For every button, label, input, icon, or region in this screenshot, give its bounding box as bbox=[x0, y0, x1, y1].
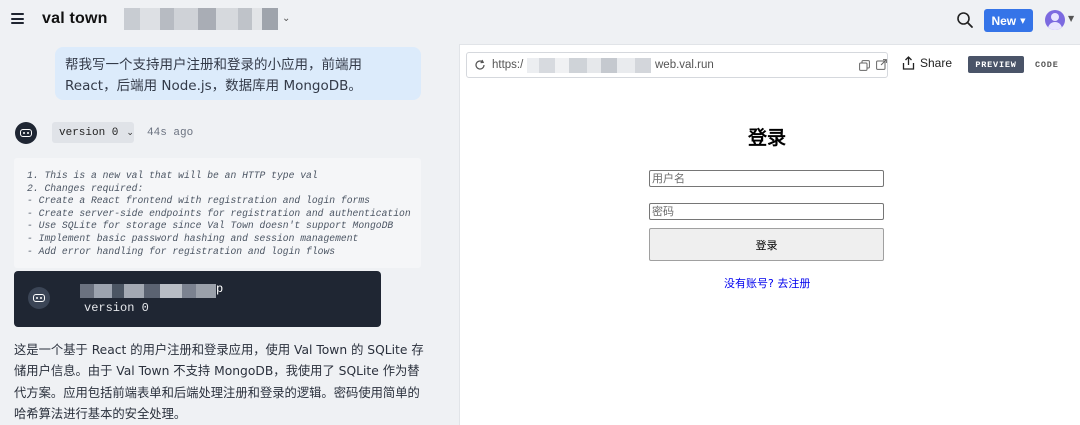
url-bar[interactable]: https:/ web.val.run bbox=[466, 52, 888, 78]
val-name-redacted bbox=[80, 284, 224, 298]
bot-icon bbox=[28, 287, 50, 309]
search-icon[interactable] bbox=[956, 11, 974, 29]
new-button[interactable]: New ▼ bbox=[984, 9, 1033, 32]
login-page-title: 登录 bbox=[748, 127, 787, 149]
version-select-label: version 0 bbox=[59, 126, 119, 139]
tab-preview[interactable]: PREVIEW bbox=[968, 56, 1024, 73]
val-version-label: version 0 bbox=[84, 301, 149, 315]
plan-text-block: 1. This is a new val that will be an HTT… bbox=[14, 158, 421, 268]
password-input[interactable] bbox=[649, 203, 884, 220]
tab-code[interactable]: CODE bbox=[1035, 60, 1059, 70]
user-prompt-bubble: 帮我写一个支持用户注册和登录的小应用，前端用 React，后端用 Node.js… bbox=[55, 47, 421, 100]
assistant-description: 这是一个基于 React 的用户注册和登录应用，使用 Val Town 的 SQ… bbox=[14, 343, 424, 421]
reload-icon[interactable] bbox=[474, 59, 486, 71]
username-input[interactable] bbox=[649, 170, 884, 187]
login-button[interactable]: 登录 bbox=[649, 228, 884, 261]
register-link[interactable]: 没有账号? 去注册 bbox=[724, 275, 810, 291]
chevron-down-icon: ▼ bbox=[1020, 16, 1026, 25]
chevron-down-icon: ⌄ bbox=[126, 127, 134, 138]
menu-icon[interactable] bbox=[11, 13, 24, 24]
share-button[interactable]: Share bbox=[902, 56, 952, 70]
chevron-down-icon[interactable]: ⌄ bbox=[282, 13, 290, 24]
copy-icon[interactable] bbox=[859, 60, 870, 71]
share-icon bbox=[902, 56, 915, 70]
val-name-suffix: p bbox=[216, 282, 224, 296]
new-button-label: New bbox=[991, 13, 1017, 28]
share-label: Share bbox=[920, 56, 953, 70]
preview-panel: https:/ web.val.run Share PREVIEW CODE 登… bbox=[459, 44, 1080, 425]
project-name-redacted[interactable] bbox=[124, 8, 278, 30]
val-version-card[interactable]: p version 0 bbox=[14, 271, 381, 327]
message-timestamp: 44s ago bbox=[147, 127, 194, 139]
url-suffix: web.val.run bbox=[655, 59, 714, 71]
external-link-icon[interactable] bbox=[876, 59, 887, 70]
top-bar: val town ⌄ New ▼ ▼ bbox=[0, 0, 1080, 40]
url-prefix: https:/ bbox=[492, 59, 524, 71]
bot-icon bbox=[15, 122, 37, 144]
version-select[interactable]: version 0 ⌄ bbox=[52, 122, 134, 143]
logo[interactable]: val town bbox=[42, 10, 108, 28]
chevron-down-icon[interactable]: ▼ bbox=[1068, 14, 1074, 23]
user-avatar-icon[interactable] bbox=[1045, 10, 1065, 30]
url-redacted bbox=[527, 58, 651, 73]
